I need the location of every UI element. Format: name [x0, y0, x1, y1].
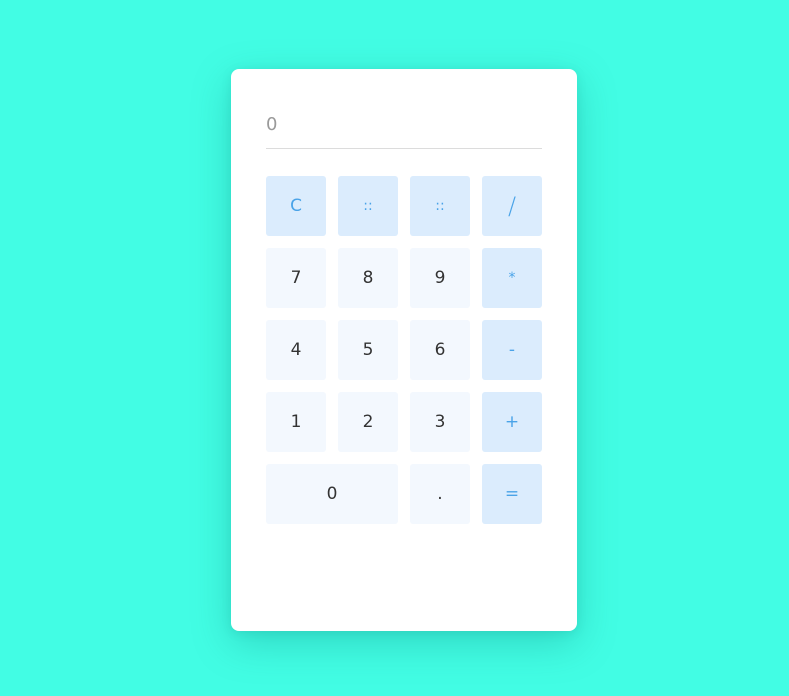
digit-5-button[interactable]: 5 [338, 320, 398, 380]
close-paren-button[interactable]: :: [410, 176, 470, 236]
calculator-display: 0 [266, 109, 542, 149]
decimal-button[interactable]: . [410, 464, 470, 524]
digit-9-button[interactable]: 9 [410, 248, 470, 308]
multiply-button[interactable]: * [482, 248, 542, 308]
digit-7-button[interactable]: 7 [266, 248, 326, 308]
open-paren-button[interactable]: :: [338, 176, 398, 236]
keypad: C :: :: / 7 8 9 * 4 5 6 - 1 2 3 + 0 . = [266, 176, 542, 524]
equals-button[interactable]: = [482, 464, 542, 524]
digit-8-button[interactable]: 8 [338, 248, 398, 308]
display-value: 0 [266, 114, 278, 135]
digit-2-button[interactable]: 2 [338, 392, 398, 452]
clear-button[interactable]: C [266, 176, 326, 236]
calculator-card: 0 C :: :: / 7 8 9 * 4 5 6 - 1 2 3 + 0 . … [231, 69, 577, 631]
digit-0-button[interactable]: 0 [266, 464, 398, 524]
subtract-button[interactable]: - [482, 320, 542, 380]
digit-6-button[interactable]: 6 [410, 320, 470, 380]
digit-4-button[interactable]: 4 [266, 320, 326, 380]
digit-3-button[interactable]: 3 [410, 392, 470, 452]
add-button[interactable]: + [482, 392, 542, 452]
digit-1-button[interactable]: 1 [266, 392, 326, 452]
divide-button[interactable]: / [482, 176, 542, 236]
